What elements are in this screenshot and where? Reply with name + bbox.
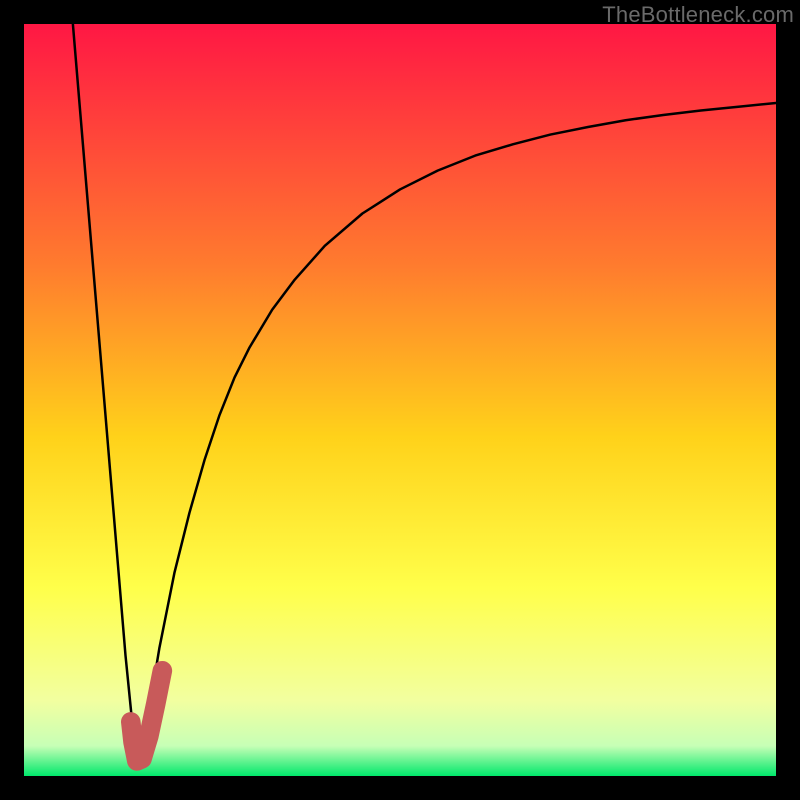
- watermark-text: TheBottleneck.com: [602, 2, 794, 28]
- gradient-background: [24, 24, 776, 776]
- plot-area: [24, 24, 776, 776]
- chart-svg: [24, 24, 776, 776]
- chart-frame: TheBottleneck.com: [0, 0, 800, 800]
